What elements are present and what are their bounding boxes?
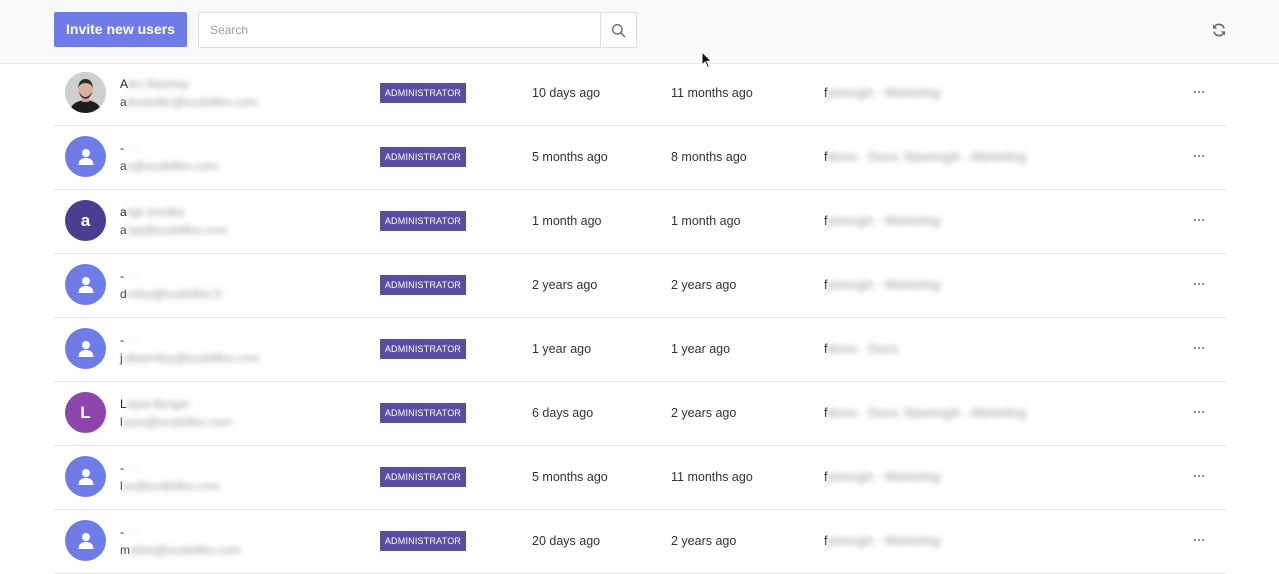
last-active: 1 year ago: [532, 342, 592, 356]
more-options-icon[interactable]: [1188, 404, 1210, 420]
user-groups: fpixengin · Marketing: [824, 534, 941, 548]
role-badge: ADMINISTRATOR: [380, 275, 466, 295]
user-name: Alex Mashay: [120, 77, 189, 91]
user-email: matiea@scaleflex.com: [120, 543, 241, 557]
user-email: alexander@scaleflex.com: [120, 95, 258, 109]
avatar: [65, 328, 106, 369]
created-date: 11 months ago: [671, 470, 753, 484]
more-options-icon[interactable]: [1188, 84, 1210, 100]
user-email: an@scaleflex.com: [120, 159, 219, 173]
avatar: [65, 264, 106, 305]
user-email: dmitry@scaleflex.fr: [120, 287, 223, 301]
top-toolbar: Invite new users: [0, 0, 1279, 64]
user-email: lex@scaleflex.com: [120, 479, 221, 493]
user-groups: filerox · Doco, Djaxengin · Marketing: [824, 150, 1027, 164]
role-badge: ADMINISTRATOR: [380, 83, 466, 103]
user-icon: [78, 340, 93, 357]
user-name: anja smolka: [120, 205, 185, 219]
avatar: [65, 136, 106, 177]
created-date: 1 year ago: [671, 342, 731, 356]
table-row[interactable]: L Laura Berger laura@scaleflex.com ADMIN…: [54, 382, 1226, 446]
user-name: - ···: [120, 525, 140, 539]
user-icon: [78, 468, 93, 485]
last-active: 10 days ago: [532, 86, 601, 100]
role-badge: ADMINISTRATOR: [380, 467, 466, 487]
user-name: Laura Berger: [120, 397, 191, 411]
user-icon: [78, 148, 93, 165]
more-options-icon[interactable]: [1188, 212, 1210, 228]
last-active: 1 month ago: [532, 214, 602, 228]
user-name: - ···: [120, 461, 140, 475]
last-active: 2 years ago: [532, 278, 598, 292]
table-row[interactable]: - ··· lex@scaleflex.com ADMINISTRATOR 5 …: [54, 446, 1226, 510]
avatar: [65, 456, 106, 497]
last-active: 5 months ago: [532, 150, 608, 164]
refresh-button[interactable]: [1211, 22, 1227, 38]
role-badge: ADMINISTRATOR: [380, 531, 466, 551]
created-date: 2 years ago: [671, 534, 737, 548]
more-options-icon[interactable]: [1188, 276, 1210, 292]
user-groups: fpixengin · Marketing: [824, 470, 941, 484]
search-box: [198, 12, 637, 48]
last-active: 20 days ago: [532, 534, 601, 548]
user-groups: fpixengin · Marketing: [824, 214, 941, 228]
search-icon: [612, 23, 626, 37]
user-email: juliaerrdsy@scaleflex.com: [120, 351, 260, 365]
user-name: - ···: [120, 269, 140, 283]
users-table: Alex Mashay alexander@scaleflex.com ADMI…: [54, 62, 1226, 574]
created-date: 8 months ago: [671, 150, 747, 164]
more-options-icon[interactable]: [1188, 340, 1210, 356]
search-button[interactable]: [600, 13, 636, 47]
avatar: a: [65, 200, 106, 241]
more-options-icon[interactable]: [1188, 468, 1210, 484]
role-badge: ADMINISTRATOR: [380, 211, 466, 231]
user-name: - ···: [120, 141, 140, 155]
created-date: 11 months ago: [671, 86, 753, 100]
avatar: [65, 72, 106, 113]
user-icon: [78, 276, 93, 293]
table-row[interactable]: - ··· an@scaleflex.com ADMINISTRATOR 5 m…: [54, 126, 1226, 190]
last-active: 6 days ago: [532, 406, 594, 420]
user-email: laura@scaleflex.com: [120, 415, 232, 429]
role-badge: ADMINISTRATOR: [380, 403, 466, 423]
created-date: 2 years ago: [671, 278, 737, 292]
table-row[interactable]: a anja smolka anja@scaleflex.com ADMINIS…: [54, 190, 1226, 254]
avatar: [65, 520, 106, 561]
user-icon: [78, 532, 93, 549]
user-groups: filerox · Doco: [824, 342, 898, 356]
refresh-icon: [1213, 23, 1225, 37]
search-input[interactable]: [199, 13, 600, 47]
table-row[interactable]: - ··· juliaerrdsy@scaleflex.com ADMINIST…: [54, 318, 1226, 382]
role-badge: ADMINISTRATOR: [380, 147, 466, 167]
user-groups: fpixengin · Marketing: [824, 86, 941, 100]
table-row[interactable]: Alex Mashay alexander@scaleflex.com ADMI…: [54, 62, 1226, 126]
user-groups: filerox · Doco, Djaxengin · Marketing: [824, 406, 1027, 420]
table-row[interactable]: - ··· dmitry@scaleflex.fr ADMINISTRATOR …: [54, 254, 1226, 318]
avatar: L: [65, 392, 106, 433]
last-active: 5 months ago: [532, 470, 608, 484]
user-name: - ···: [120, 333, 140, 347]
more-options-icon[interactable]: [1188, 148, 1210, 164]
user-email: anja@scaleflex.com: [120, 223, 228, 237]
role-badge: ADMINISTRATOR: [380, 339, 466, 359]
created-date: 1 month ago: [671, 214, 741, 228]
more-options-icon[interactable]: [1188, 532, 1210, 548]
invite-new-users-button[interactable]: Invite new users: [54, 12, 187, 47]
created-date: 2 years ago: [671, 406, 737, 420]
user-groups: fpixengin · Marketing: [824, 278, 941, 292]
table-row[interactable]: - ··· matiea@scaleflex.com ADMINISTRATOR…: [54, 510, 1226, 574]
